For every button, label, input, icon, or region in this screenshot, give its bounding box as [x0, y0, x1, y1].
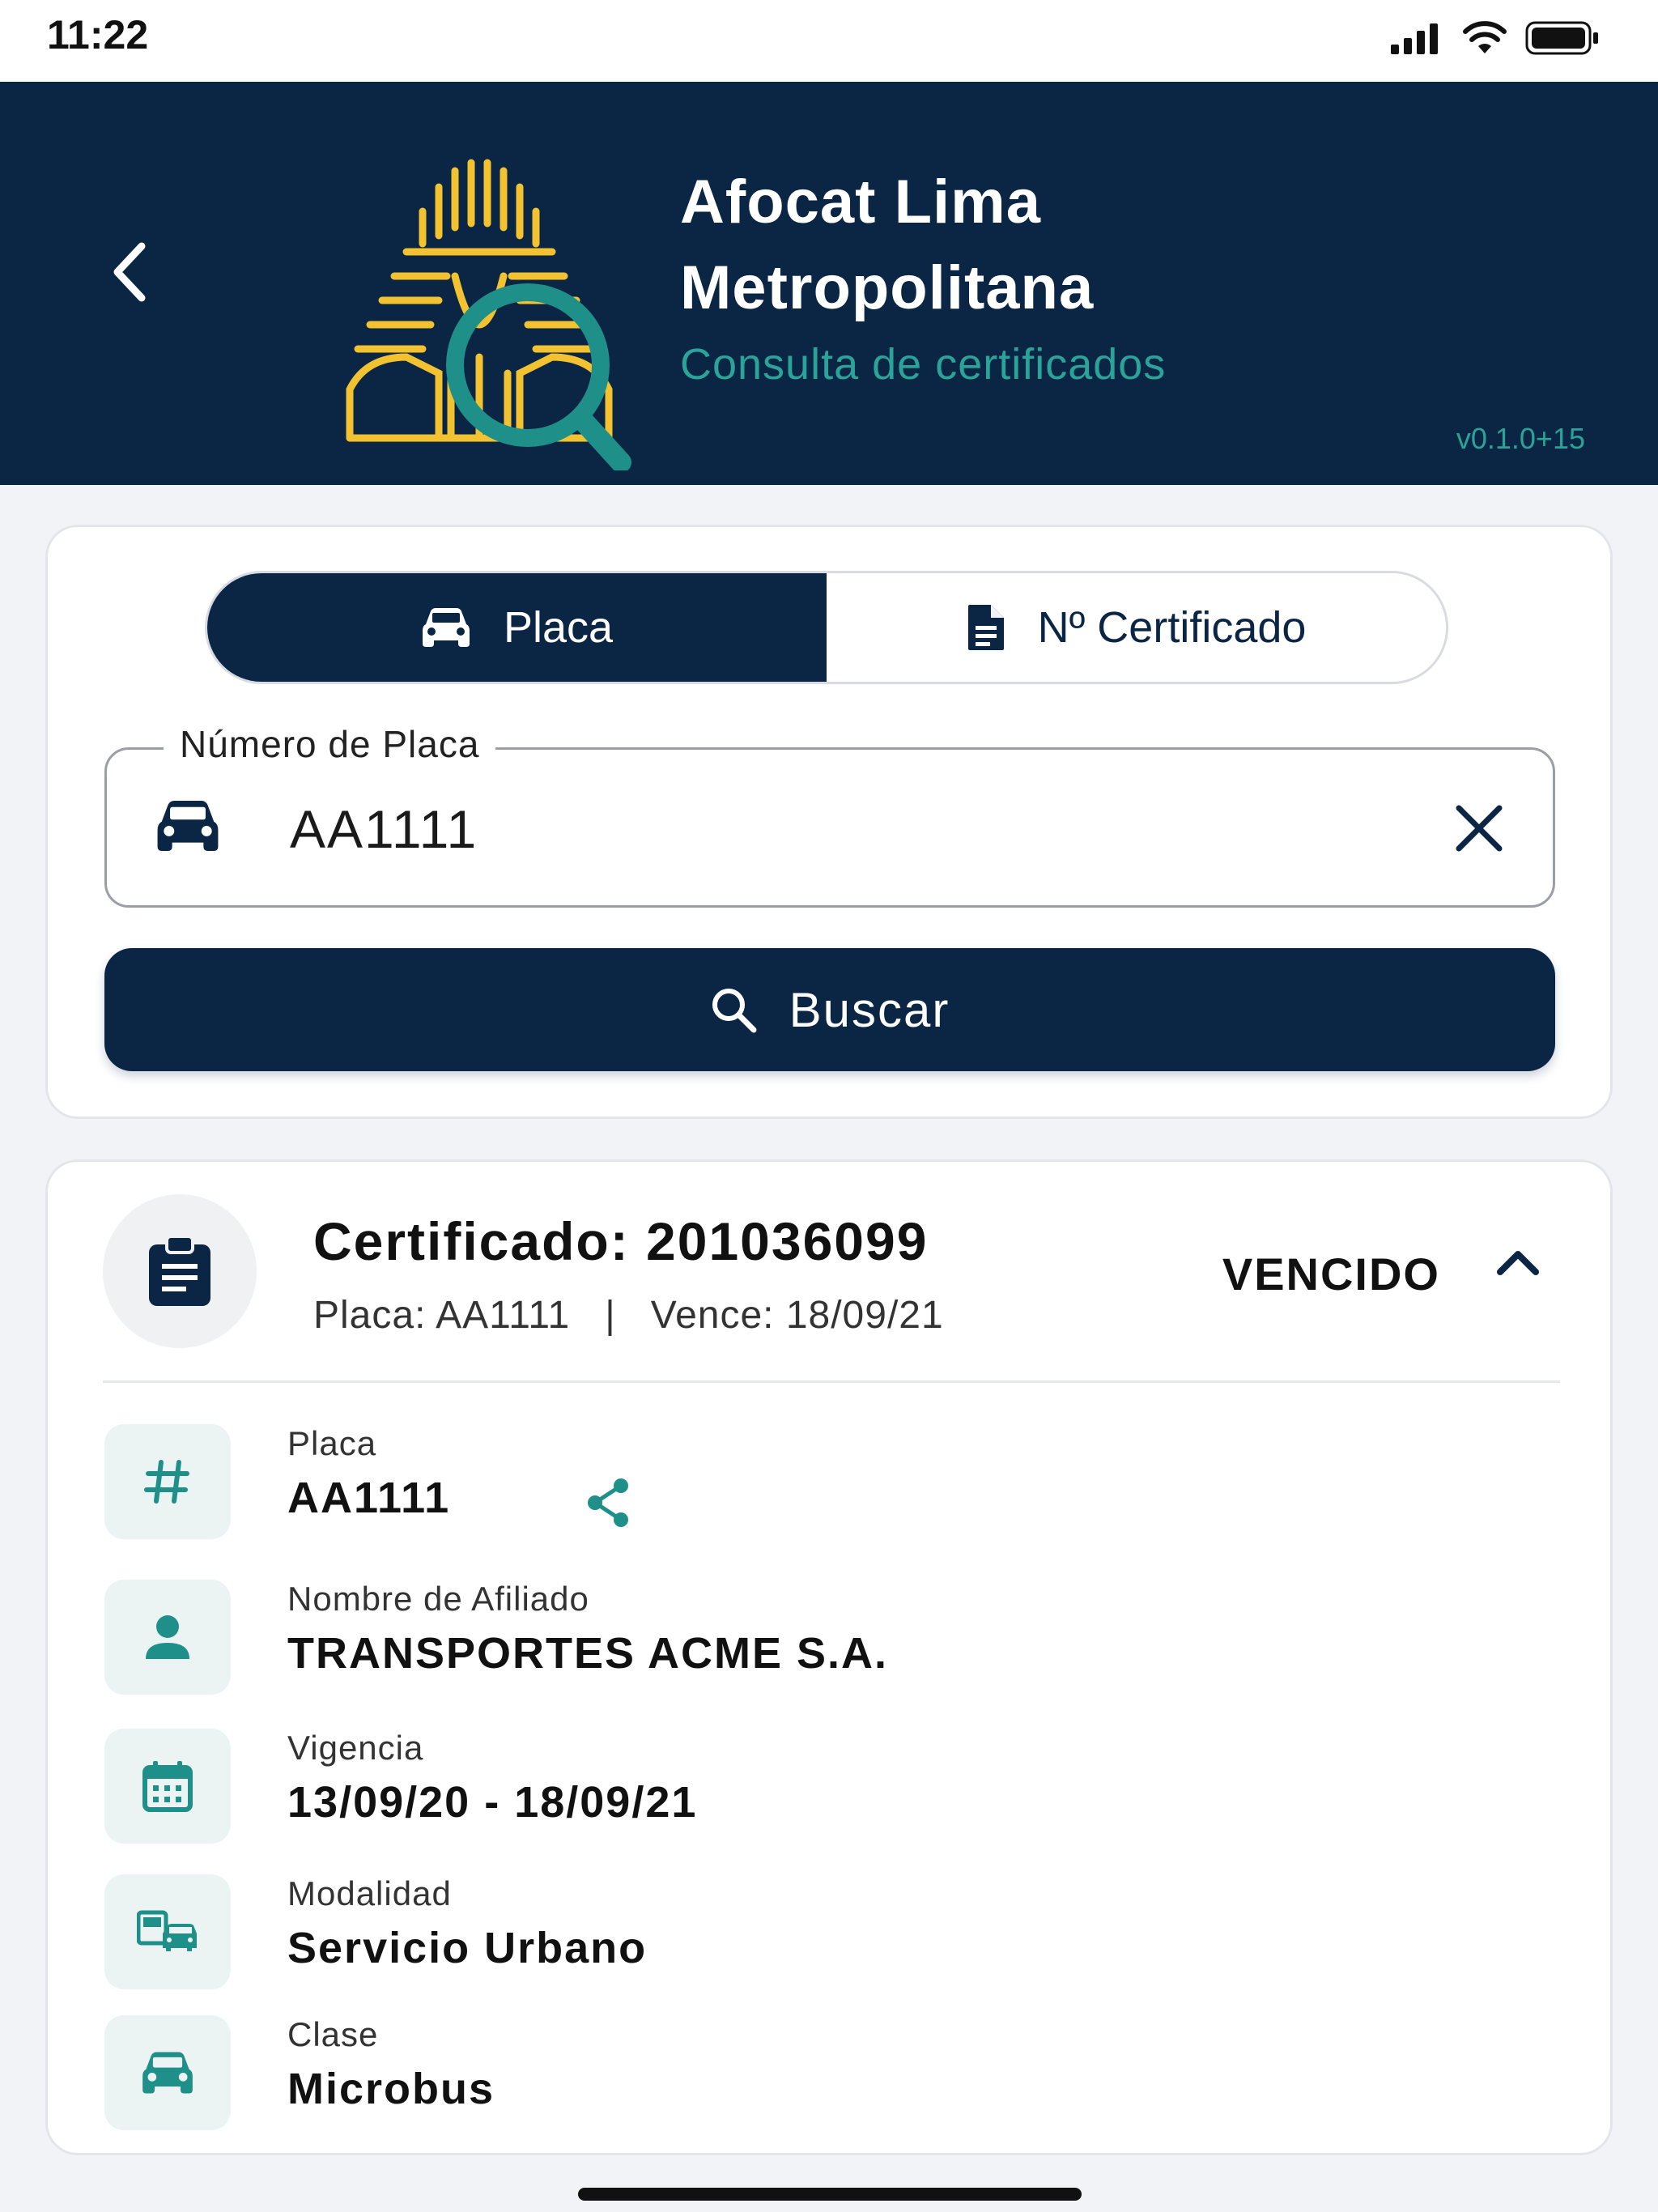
certificate-card: Certificado: 201036099 Placa: AA1111 | V… — [45, 1159, 1613, 2155]
certificate-title: Certificado: 201036099 — [313, 1211, 929, 1271]
hash-icon-wrap — [104, 1424, 231, 1539]
status-badge: VENCIDO — [1222, 1249, 1440, 1300]
back-button[interactable] — [97, 228, 162, 317]
search-icon — [712, 989, 757, 1033]
app-version: v0.1.0+15 — [1456, 422, 1585, 455]
app-header: Afocat Lima Metropolitana Consulta de ce… — [0, 82, 1658, 485]
person-icon — [146, 1615, 189, 1659]
status-bar: 11:22 — [0, 0, 1658, 82]
app-title-line2: Metropolitana — [680, 253, 1095, 322]
tab-placa[interactable]: Placa — [207, 573, 827, 682]
clear-icon[interactable] — [1454, 803, 1504, 853]
tab-certificado-label: Nº Certificado — [1037, 603, 1307, 652]
car-icon — [142, 2052, 193, 2094]
car-icon-wrap — [104, 2015, 231, 2130]
detail-row-clase: Clase Microbus — [104, 2015, 1545, 2137]
divider — [103, 1380, 1560, 1383]
detail-label: Clase — [287, 2015, 379, 2053]
status-icons — [1391, 18, 1600, 58]
search-button[interactable]: Buscar — [104, 948, 1555, 1071]
battery-icon — [1525, 21, 1598, 55]
hash-icon — [144, 1460, 189, 1504]
app-subtitle: Consulta de certificados — [680, 340, 1167, 389]
calendar-icon — [142, 1761, 193, 1812]
detail-value: Servicio Urbano — [287, 1924, 648, 1972]
person-icon-wrap — [104, 1580, 231, 1695]
car-icon — [422, 608, 470, 647]
chevron-left-icon — [113, 242, 146, 302]
document-icon — [967, 605, 1004, 650]
tab-certificado[interactable]: Nº Certificado — [827, 573, 1446, 682]
plate-field-label: Número de Placa — [164, 722, 496, 766]
detail-row-afiliado: Nombre de Afiliado TRANSPORTES ACME S.A. — [104, 1580, 1545, 1701]
search-card: Placa Nº Certificado Número de Placa AA1… — [45, 525, 1613, 1119]
plate-field[interactable]: Número de Placa AA1111 — [104, 722, 1555, 908]
chevron-up-icon[interactable] — [1494, 1246, 1542, 1278]
certificate-subtitle: Placa: AA1111 | Vence: 18/09/21 — [313, 1294, 944, 1337]
search-button-label: Buscar — [789, 982, 950, 1037]
share-icon[interactable] — [585, 1478, 631, 1528]
detail-label: Modalidad — [287, 1874, 452, 1912]
afocat-logo — [346, 159, 631, 470]
detail-value: 13/09/20 - 18/09/21 — [287, 1778, 698, 1827]
wifi-icon — [1463, 21, 1507, 53]
clipboard-icon — [149, 1235, 210, 1306]
detail-value: Microbus — [287, 2065, 495, 2113]
detail-row-vigencia: Vigencia 13/09/20 - 18/09/21 — [104, 1729, 1545, 1850]
calendar-icon-wrap — [104, 1729, 231, 1844]
detail-row-placa: Placa AA1111 — [104, 1424, 1545, 1546]
certificate-avatar — [103, 1194, 257, 1348]
signal-icon — [1391, 23, 1438, 54]
detail-label: Placa — [287, 1424, 377, 1462]
home-indicator[interactable] — [578, 2188, 1082, 2201]
transport-icon-wrap — [104, 1874, 231, 1989]
detail-value: TRANSPORTES ACME S.A. — [287, 1629, 889, 1678]
status-time: 11:22 — [47, 12, 149, 57]
app-title-line1: Afocat Lima — [680, 168, 1041, 236]
detail-row-modalidad: Modalidad Servicio Urbano — [104, 1874, 1545, 1996]
plate-input[interactable]: AA1111 — [290, 798, 478, 860]
app-title: Afocat Lima Metropolitana — [680, 160, 1409, 331]
tab-placa-label: Placa — [503, 603, 614, 652]
detail-label: Vigencia — [287, 1729, 424, 1767]
search-type-toggle: Placa Nº Certificado — [205, 571, 1448, 684]
car-icon — [157, 801, 219, 851]
detail-value: AA1111 — [287, 1474, 451, 1522]
transport-icon — [137, 1910, 197, 1951]
detail-label: Nombre de Afiliado — [287, 1580, 589, 1618]
